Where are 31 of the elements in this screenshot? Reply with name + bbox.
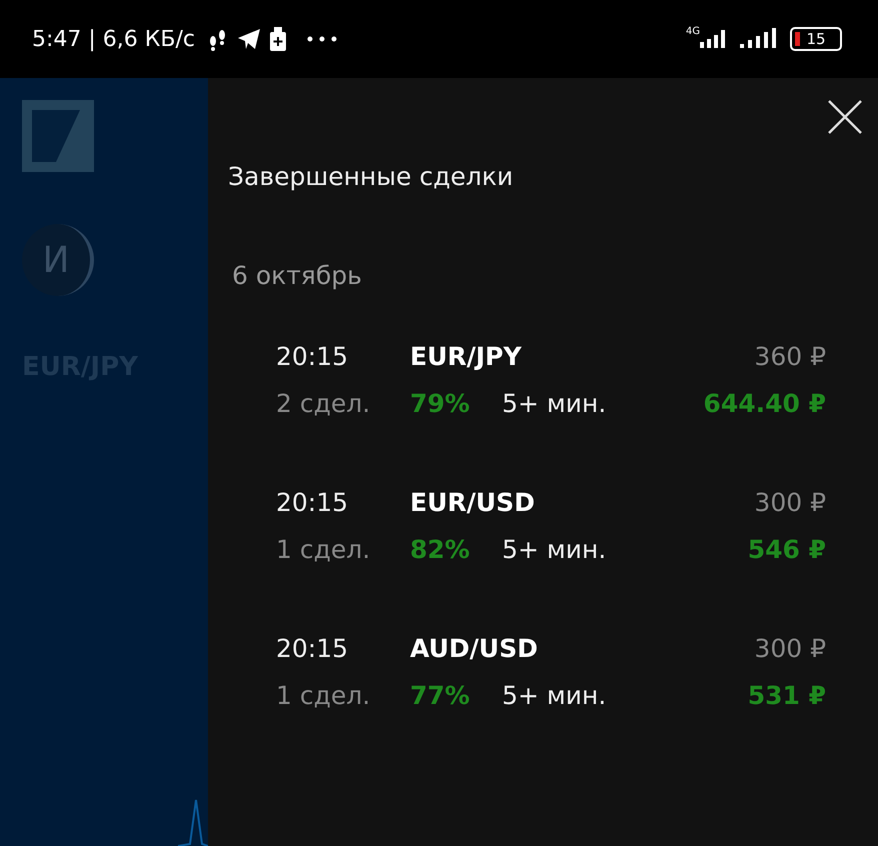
trade-stake: 300 ₽ [754, 634, 826, 663]
trade-time: 20:15 [276, 488, 350, 517]
trade-count: 2 сдел. [276, 389, 372, 418]
trade-duration: 5+ мин. [502, 681, 606, 710]
trade-count: 1 сдел. [276, 681, 372, 710]
status-time: 5:47 | 6,6 КБ/с [32, 26, 196, 52]
trade-stake: 300 ₽ [754, 488, 826, 517]
trade-percent: 79% [410, 389, 471, 418]
close-button[interactable] [828, 100, 862, 134]
signal-icon [738, 28, 778, 50]
trade-duration: 5+ мин. [502, 535, 606, 564]
date-heading: 6 октябрь [232, 261, 362, 290]
network-label: 4G [686, 26, 700, 37]
trade-payout: 531 ₽ [748, 681, 826, 710]
trade-payout: 546 ₽ [748, 535, 826, 564]
trade-time: 20:15 [276, 342, 350, 371]
trade-pair: EUR/USD [410, 488, 535, 517]
panel-title: Завершенные сделки [228, 162, 514, 191]
trade-time: 20:15 [276, 634, 350, 663]
logo-icon [22, 100, 94, 172]
trade-count: 1 сдел. [276, 535, 372, 564]
battery-indicator: 15 [790, 27, 842, 51]
trade-pair: AUD/USD [410, 634, 538, 663]
trade-percent: 82% [410, 535, 471, 564]
trade-duration: 5+ мин. [502, 389, 606, 418]
trade-payout: 644.40 ₽ [703, 389, 826, 418]
more-icon [307, 36, 338, 42]
paper-plane-icon [237, 28, 262, 50]
trade-percent: 77% [410, 681, 471, 710]
trade-stake: 360 ₽ [754, 342, 826, 371]
trade-pair: EUR/JPY [410, 342, 522, 371]
